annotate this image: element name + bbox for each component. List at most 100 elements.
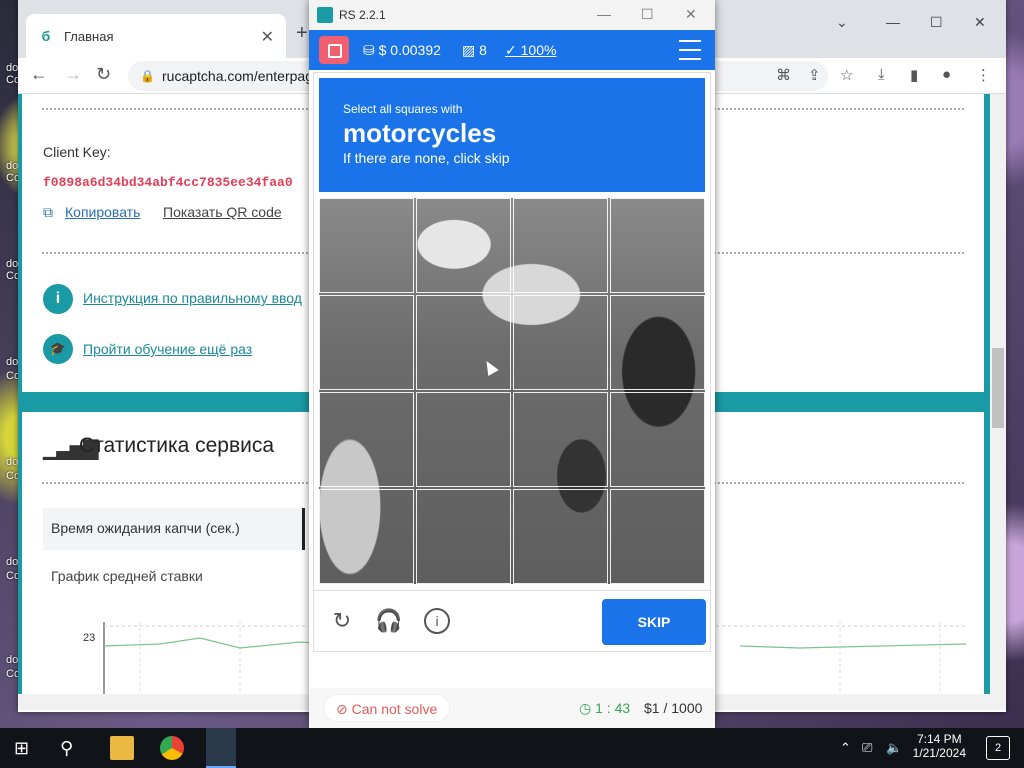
rs-solver-window: RS 2.2.1 — ☐ ✕ ⛁ $ 0.00392 ▨ 8 ✓ 100% Se… <box>309 0 715 728</box>
captcha-tile[interactable] <box>513 489 608 584</box>
captcha-tile[interactable] <box>416 295 511 390</box>
captcha-tile[interactable] <box>319 489 414 584</box>
desktop-icon-label[interactable]: do <box>6 62 18 74</box>
clock[interactable]: 7:14 PM 1/21/2024 <box>913 732 966 760</box>
chrome-icon[interactable] <box>160 736 184 760</box>
accuracy-percent[interactable]: ✓ 100% <box>505 42 556 59</box>
profile-avatar-icon[interactable]: ● <box>942 66 951 83</box>
coins-icon: ⛁ <box>363 42 379 58</box>
reload-icon[interactable]: ↻ <box>96 64 111 85</box>
new-tab-icon[interactable]: + <box>296 22 308 45</box>
desktop-icon-label[interactable]: do <box>6 556 18 568</box>
solved-count: ▨ 8 <box>462 42 487 59</box>
chevron-up-icon[interactable]: ⌃ <box>840 740 851 756</box>
captcha-tile[interactable] <box>319 295 414 390</box>
count-value: 8 <box>479 42 487 58</box>
desktop-icon-label[interactable]: do <box>6 258 18 270</box>
copy-icon[interactable]: ⧉ <box>43 204 53 221</box>
captcha-tile[interactable] <box>513 392 608 487</box>
maximize-icon[interactable]: ☐ <box>641 6 654 23</box>
time-text: 7:14 PM <box>916 732 962 746</box>
divider <box>313 590 711 591</box>
reload-captcha-icon[interactable]: ↻ <box>329 608 355 634</box>
notifications-icon[interactable]: 2 <box>986 736 1010 760</box>
rs-app-taskbar-icon[interactable] <box>206 728 236 768</box>
instruction-line: Select all squares with <box>343 102 463 116</box>
date-text: 1/21/2024 <box>912 746 966 760</box>
lock-icon: 🔒 <box>140 69 155 83</box>
captcha-tile[interactable] <box>416 198 511 293</box>
chart-line-left <box>103 637 331 649</box>
balance-display: ⛁ $ 0.00392 <box>363 42 441 59</box>
browser-tab[interactable]: б Главная ✕ <box>26 14 286 58</box>
captcha-tile[interactable] <box>319 392 414 487</box>
copy-link[interactable]: Копировать <box>65 204 140 220</box>
rs-title-bar: RS 2.2.1 — ☐ ✕ <box>309 0 715 30</box>
info-icon[interactable]: i <box>424 608 450 634</box>
back-icon[interactable]: ← <box>30 64 48 85</box>
scroll-thumb[interactable] <box>992 348 1004 428</box>
stop-button[interactable] <box>319 36 349 64</box>
rs-footer: ⊘ Can not solve ◷ 1 : 43 $1 / 1000 <box>309 688 715 728</box>
images-icon: ▨ <box>462 42 480 58</box>
desktop-icon-label[interactable]: do <box>6 456 18 468</box>
clock-icon: ◷ <box>579 700 596 716</box>
url-text: rucaptcha.com/enterpag <box>162 68 313 84</box>
captcha-instructions: Select all squares with motorcycles If t… <box>319 78 705 192</box>
download-icon[interactable]: ⤓ <box>878 66 885 83</box>
vertical-scrollbar[interactable] <box>990 94 1006 694</box>
captcha-tile[interactable] <box>610 392 705 487</box>
bookmark-star-icon[interactable]: ☆ <box>840 66 853 84</box>
captcha-tile[interactable] <box>610 295 705 390</box>
close-window-icon[interactable]: ✕ <box>974 14 986 31</box>
captcha-tile[interactable] <box>416 489 511 584</box>
info-icon: i <box>43 284 73 314</box>
captcha-tile[interactable] <box>319 198 414 293</box>
graduation-cap-icon: 🎓 <box>43 334 73 364</box>
timer: ◷ 1 : 43 <box>579 700 630 717</box>
file-explorer-icon[interactable] <box>110 736 134 760</box>
search-icon[interactable]: ⚲ <box>60 736 84 760</box>
translate-icon[interactable]: ⌘ <box>776 66 791 84</box>
minimize-icon[interactable]: — <box>597 6 611 22</box>
network-icon[interactable]: ⎚ <box>862 740 872 756</box>
rs-app-icon <box>317 7 333 23</box>
share-icon[interactable]: ⇪ <box>808 66 821 84</box>
hamburger-menu-icon[interactable] <box>679 40 701 60</box>
cannot-solve-label: Can not solve <box>351 701 438 717</box>
price-limit: $1 / 1000 <box>644 700 703 716</box>
volume-muted-icon[interactable]: 🔈 <box>886 740 902 756</box>
maximize-icon[interactable]: ☐ <box>930 14 943 31</box>
forward-icon[interactable]: → <box>64 64 82 85</box>
desktop-icon-label[interactable]: do <box>6 654 18 666</box>
more-menu-icon[interactable]: ⋮ <box>976 66 991 84</box>
captcha-tile[interactable] <box>416 392 511 487</box>
cannot-solve-button[interactable]: ⊘ Can not solve <box>323 694 451 722</box>
captcha-tile[interactable] <box>513 198 608 293</box>
training-link[interactable]: Пройти обучение ещё раз <box>83 341 252 357</box>
desktop-icon-label[interactable]: do <box>6 356 18 368</box>
desktop-icon-label[interactable]: do <box>6 160 18 172</box>
rs-window-title: RS 2.2.1 <box>339 8 386 22</box>
close-icon[interactable]: ✕ <box>685 6 697 23</box>
skip-button[interactable]: SKIP <box>602 599 706 645</box>
statistics-title: Статистика сервиса <box>79 434 275 457</box>
tab-average-bid-chart[interactable]: График средней ставки <box>51 568 203 584</box>
windows-start-icon[interactable]: ⊞ <box>14 736 38 760</box>
rs-status-bar: ⛁ $ 0.00392 ▨ 8 ✓ 100% <box>309 30 715 70</box>
instruction-hint: If there are none, click skip <box>343 150 510 166</box>
audio-headphones-icon[interactable]: 🎧 <box>375 608 402 634</box>
captcha-tile[interactable] <box>610 198 705 293</box>
show-qr-link[interactable]: Показать QR code <box>163 204 282 220</box>
side-panel-icon[interactable]: ▮ <box>910 66 918 84</box>
instructions-link[interactable]: Инструкция по правильному ввод <box>83 290 302 306</box>
close-tab-icon[interactable]: ✕ <box>261 27 274 47</box>
tab-captcha-wait-time[interactable]: Время ожидания капчи (сек.) <box>43 508 305 550</box>
captcha-tile[interactable] <box>610 489 705 584</box>
minimize-icon[interactable]: — <box>886 14 900 30</box>
taskbar: ⊞ ⚲ ⌃ ⎚ 🔈 7:14 PM 1/21/2024 2 <box>0 728 1024 768</box>
tab-search-icon[interactable]: ⌄ <box>836 14 848 31</box>
tab-title: Главная <box>64 28 114 44</box>
balance-value: $ 0.00392 <box>378 42 441 58</box>
captcha-tile[interactable] <box>513 295 608 390</box>
